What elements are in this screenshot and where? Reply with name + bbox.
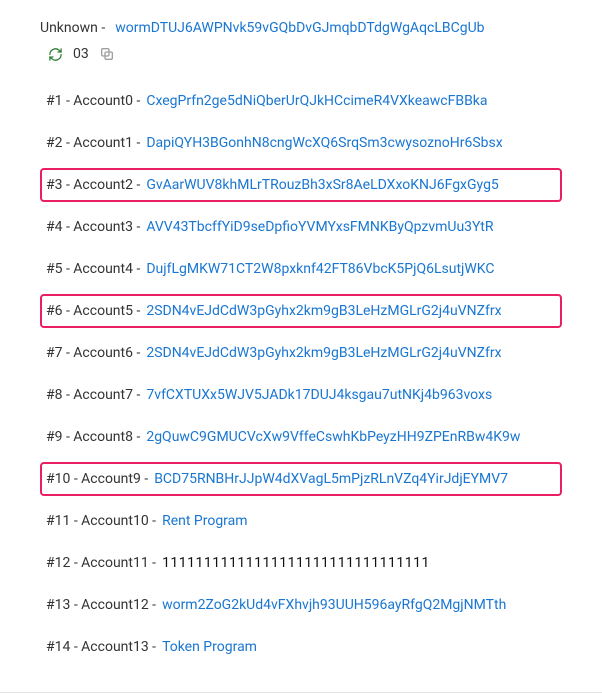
account-address-link[interactable]: 2SDN4vEJdCdW3pGyhx2km9gB3LeHzMGLrG2j4uVN… (146, 345, 501, 361)
account-label: #13 - Account12 - (46, 597, 156, 613)
account-address-link[interactable]: Rent Program (162, 513, 247, 529)
account-row: #12 - Account11 - 1111111111111111111111… (40, 546, 562, 580)
account-address-link[interactable]: CxegPrfn2ge5dNiQberUrQJkHCcimeR4VXkeawcF… (146, 93, 487, 109)
account-label: #10 - Account9 - (46, 471, 148, 487)
account-address-link[interactable]: DujfLgMKW71CT2W8pxknf42FT86VbcK5PjQ6Lsut… (146, 261, 494, 277)
account-label: #14 - Account13 - (46, 639, 156, 655)
account-row: #11 - Account10 - Rent Program (40, 504, 562, 538)
account-address-link[interactable]: AVV43TbcffYiD9seDpfioYVMYxsFMNKByQpzvmUu… (146, 219, 493, 235)
refresh-icon[interactable] (48, 47, 63, 62)
account-address-link[interactable]: BCD75RNBHrJJpW4dXVagL5mPjzRLnVZq4YirJdjE… (154, 471, 508, 487)
tools-count: 03 (73, 46, 89, 62)
account-value: 11111111111111111111111111111111 (162, 555, 430, 571)
account-label: #12 - Account11 - (46, 555, 156, 571)
account-row: #8 - Account7 - 7vfCXTUXx5WJV5JADk17DUJ4… (40, 378, 562, 412)
account-label: #4 - Account3 - (46, 219, 140, 235)
account-row: #10 - Account9 - BCD75RNBHrJJpW4dXVagL5m… (40, 462, 562, 496)
account-address-link[interactable]: 7vfCXTUXx5WJV5JADk17DUJ4ksgau7utNKj4b963… (146, 387, 492, 403)
account-address-link[interactable]: Token Program (162, 639, 257, 655)
account-label: #3 - Account2 - (46, 177, 140, 193)
copy-icon[interactable] (99, 46, 115, 62)
account-address-link[interactable]: worm2ZoG2kUd4vFXhvjh93UUH596ayRfgQ2MgjNM… (162, 597, 506, 613)
account-row: #4 - Account3 - AVV43TbcffYiD9seDpfioYVM… (40, 210, 562, 244)
account-list: #1 - Account0 - CxegPrfn2ge5dNiQberUrQJk… (40, 84, 562, 672)
header-address-link[interactable]: wormDTUJ6AWPNvk59vGQbDvGJmqbDTdgWgAqcLBC… (115, 20, 484, 36)
account-address-link[interactable]: GvAarWUV8khMLrTRouzBh3xSr8AeLDXxoKNJ6Fgx… (146, 177, 498, 193)
account-label: #9 - Account8 - (46, 429, 140, 445)
tools-row: 03 (48, 46, 562, 62)
account-address-link[interactable]: 2SDN4vEJdCdW3pGyhx2km9gB3LeHzMGLrG2j4uVN… (146, 303, 501, 319)
account-address-link[interactable]: 2gQuwC9GMUCVcXw9VffeCswhKbPeyzHH9ZPEnRBw… (146, 429, 520, 445)
account-row: #14 - Account13 - Token Program (40, 630, 562, 664)
account-label: #5 - Account4 - (46, 261, 140, 277)
account-row: #6 - Account5 - 2SDN4vEJdCdW3pGyhx2km9gB… (40, 294, 562, 328)
account-label: #11 - Account10 - (46, 513, 156, 529)
account-label: #7 - Account6 - (46, 345, 140, 361)
account-row: #13 - Account12 - worm2ZoG2kUd4vFXhvjh93… (40, 588, 562, 622)
account-label: #2 - Account1 - (46, 135, 140, 151)
unknown-label: Unknown - (40, 20, 105, 36)
account-label: #6 - Account5 - (46, 303, 140, 319)
account-row: #7 - Account6 - 2SDN4vEJdCdW3pGyhx2km9gB… (40, 336, 562, 370)
account-row: #9 - Account8 - 2gQuwC9GMUCVcXw9VffeCswh… (40, 420, 562, 454)
account-row: #5 - Account4 - DujfLgMKW71CT2W8pxknf42F… (40, 252, 562, 286)
account-row: #2 - Account1 - DapiQYH3BGonhN8cngWcXQ6S… (40, 126, 562, 160)
account-label: #1 - Account0 - (46, 93, 140, 109)
header-row: Unknown - wormDTUJ6AWPNvk59vGQbDvGJmqbDT… (40, 20, 562, 36)
account-address-link[interactable]: DapiQYH3BGonhN8cngWcXQ6SrqSm3cwysoznoHr6… (146, 135, 502, 151)
account-row: #3 - Account2 - GvAarWUV8khMLrTRouzBh3xS… (40, 168, 562, 202)
account-label: #8 - Account7 - (46, 387, 140, 403)
account-row: #1 - Account0 - CxegPrfn2ge5dNiQberUrQJk… (40, 84, 562, 118)
